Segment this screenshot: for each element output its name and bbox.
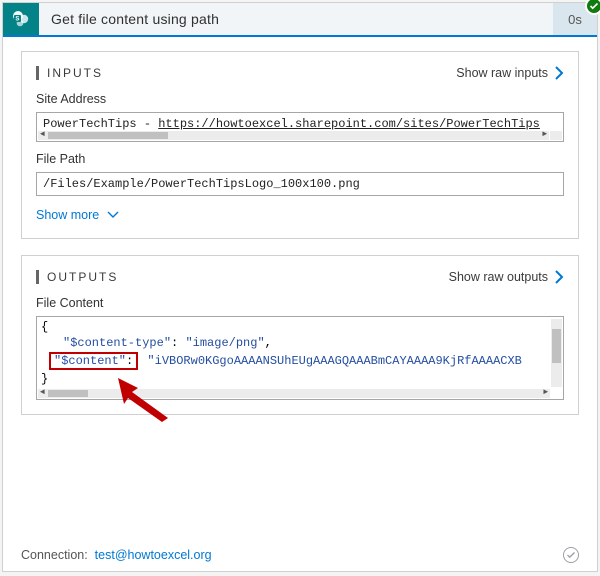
file-content-json[interactable]: { "$content-type": "image/png", "$conten… [36,316,564,400]
run-step-card: S Get file content using path 0s INPUTS … [2,2,598,572]
show-raw-inputs-button[interactable]: Show raw inputs [456,66,564,80]
inputs-section: INPUTS Show raw inputs Site Address Powe… [21,51,579,239]
connection-link[interactable]: test@howtoexcel.org [95,548,212,562]
site-address-label: Site Address [36,92,564,106]
site-address-prefix: PowerTechTips - [43,117,158,131]
svg-text:S: S [15,17,19,23]
show-more-label: Show more [36,208,99,222]
content-key-highlight: "$content": [49,352,138,370]
file-content-label: File Content [36,296,564,310]
show-raw-outputs-button[interactable]: Show raw outputs [449,270,564,284]
hscrollbar[interactable]: ◄► [38,131,549,140]
check-circle-icon [563,547,579,563]
inputs-header: INPUTS Show raw inputs [36,66,564,80]
step-header: S Get file content using path 0s [3,3,597,37]
scroll-corner [550,131,562,140]
site-address-url: https://howtoexcel.sharepoint.com/sites/… [158,117,540,131]
outputs-header: OUTPUTS Show raw outputs [36,270,564,284]
chevron-right-icon [554,270,564,284]
show-raw-outputs-label: Show raw outputs [449,270,548,284]
chevron-down-icon [107,208,119,222]
vscrollbar[interactable] [551,319,562,387]
success-badge-icon [585,0,600,15]
site-address-value[interactable]: PowerTechTips - https://howtoexcel.share… [36,112,564,142]
show-more-button[interactable]: Show more [36,208,119,222]
show-raw-inputs-label: Show raw inputs [456,66,548,80]
outputs-section: OUTPUTS Show raw outputs File Content { … [21,255,579,415]
connection-footer: Connection: test@howtoexcel.org [21,547,579,563]
sharepoint-connector-icon: S [3,3,39,35]
file-path-value[interactable]: /Files/Example/PowerTechTipsLogo_100x100… [36,172,564,196]
chevron-right-icon [554,66,564,80]
file-path-label: File Path [36,152,564,166]
outputs-title: OUTPUTS [36,270,118,284]
inputs-title: INPUTS [36,66,103,80]
step-body: INPUTS Show raw inputs Site Address Powe… [3,37,597,441]
hscrollbar[interactable]: ◄► [38,389,550,398]
step-title: Get file content using path [39,3,553,35]
connection-label: Connection: [21,548,88,562]
